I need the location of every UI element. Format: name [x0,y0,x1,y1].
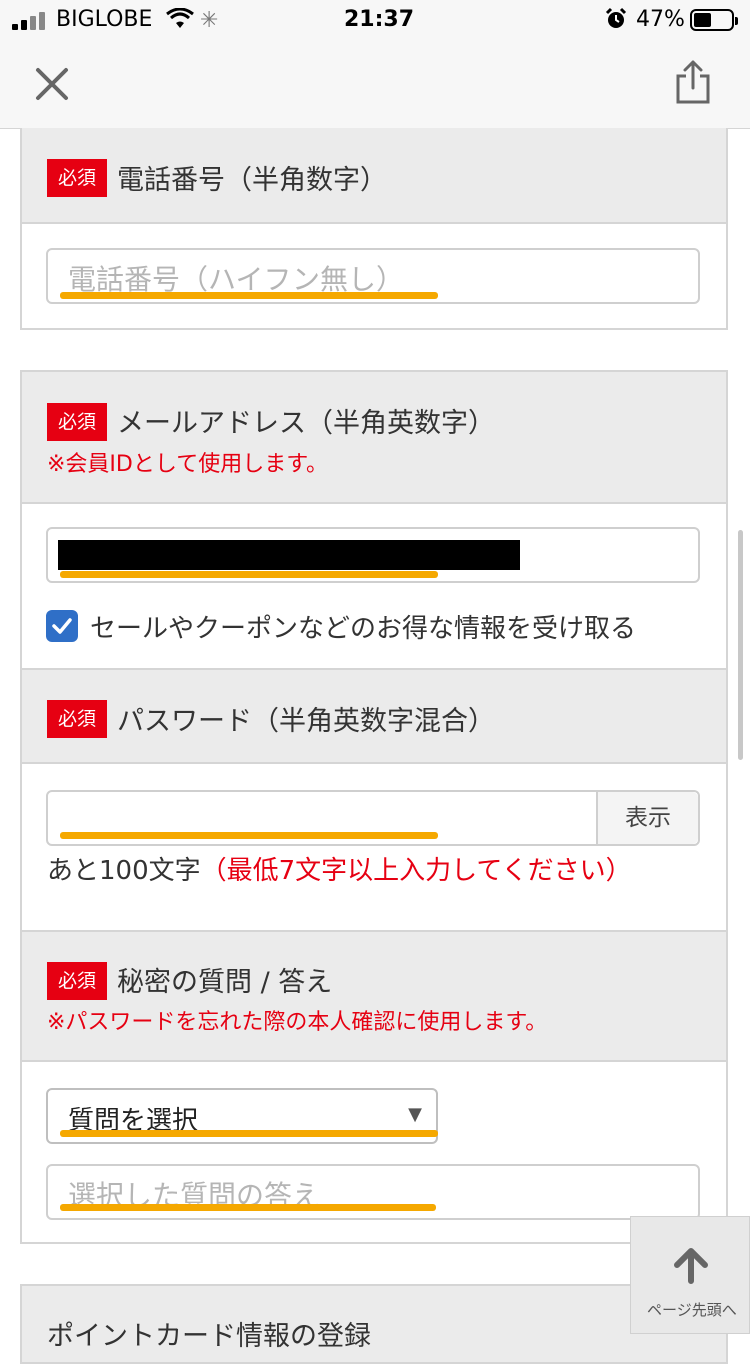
arrow-up-icon [674,1248,708,1284]
battery-percentage: 47% [636,7,685,32]
email-note: ※会員IDとして使用します。 [47,452,329,477]
email-section: 必須 メールアドレス（半角英数字） ※会員IDとして使用します。 セールやクーポ… [20,370,728,670]
password-section: 必須 パスワード（半角英数字混合） 表示 あと100文字（最低7文字以上入力して… [20,668,728,932]
secret-question-header: 必須 秘密の質問 / 答え ※パスワードを忘れた際の本人確認に使用します。 [22,932,726,1062]
highlight-underline [60,292,438,299]
share-icon [676,60,710,104]
dropdown-arrow-icon: ▼ [408,1104,422,1125]
share-button[interactable] [668,58,718,108]
alarm-icon [605,7,627,28]
close-button[interactable] [28,60,76,108]
status-bar: BIGLOBE ✳ 21:37 47% [0,0,750,40]
back-to-top-button[interactable]: ページ先頭へ [630,1216,750,1334]
close-icon [36,68,68,100]
secret-question-label: 秘密の質問 / 答え [117,967,333,998]
password-section-header: 必須 パスワード（半角英数字混合） [22,670,726,764]
newsletter-checkbox[interactable] [46,610,78,642]
loading-spinner-icon: ✳ [200,8,219,33]
wifi-icon [166,8,194,28]
highlight-underline [60,1130,438,1137]
battery-icon [690,9,738,31]
password-counter: あと100文字（最低7文字以上入力してください） [47,850,632,887]
phone-section: 必須 電話番号（半角数字） 電話番号（ハイフン無し） [20,128,728,330]
password-label: パスワード（半角英数字混合） [117,706,495,737]
required-badge: 必須 [47,962,107,1000]
minimum-length-note: （最低7文字以上入力してください） [200,856,632,886]
signal-icon [12,10,48,30]
navigation-bar [0,40,750,129]
email-section-header: 必須 メールアドレス（半角英数字） ※会員IDとして使用します。 [22,372,726,504]
remaining-characters: あと100文字 [47,856,201,886]
highlight-underline [60,1204,436,1211]
highlight-underline [60,832,438,839]
back-to-top-label: ページ先頭へ [647,1301,737,1319]
checkmark-icon [52,618,72,634]
answer-input[interactable]: 選択した質問の答え [46,1164,700,1220]
carrier-name: BIGLOBE [56,7,153,32]
phone-section-header: 必須 電話番号（半角数字） [22,128,726,224]
secret-question-section: 必須 秘密の質問 / 答え ※パスワードを忘れた際の本人確認に使用します。 質問… [20,930,728,1244]
point-card-section: ポイントカード情報の登録 [20,1284,728,1364]
show-password-button[interactable]: 表示 [596,792,698,844]
required-badge: 必須 [47,700,107,738]
required-badge: 必須 [47,403,107,441]
phone-label: 電話番号（半角数字） [117,165,387,196]
secret-question-note: ※パスワードを忘れた際の本人確認に使用します。 [47,1010,548,1035]
clock: 21:37 [344,7,415,32]
highlight-underline [60,571,438,578]
email-label: メールアドレス（半角英数字） [117,408,495,439]
required-badge: 必須 [47,159,107,197]
redacted-email-value [58,540,520,570]
scrollbar[interactable] [738,530,743,760]
newsletter-checkbox-label[interactable]: セールやクーポンなどのお得な情報を受け取る [90,608,636,645]
